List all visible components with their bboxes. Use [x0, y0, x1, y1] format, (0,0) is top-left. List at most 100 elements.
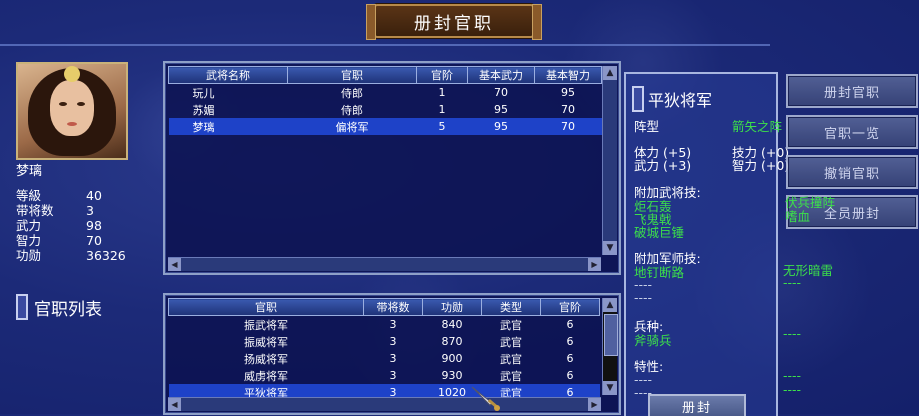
- sword-cursor-icon: [471, 386, 500, 411]
- scroll-up-icon[interactable]: ▲: [603, 66, 617, 80]
- column-header[interactable]: 基本武力: [467, 66, 535, 84]
- table-row-selected[interactable]: 梦璃 偏将军 5 95 70: [168, 118, 602, 135]
- general-rank: 1: [438, 86, 446, 99]
- column-header[interactable]: 官职: [168, 298, 364, 316]
- office-name: 威虏将军: [244, 369, 288, 383]
- office-count: 3: [389, 335, 397, 348]
- horizontal-scrollbar[interactable]: ◀ ▶: [168, 397, 601, 411]
- intel-bonus: 智力 (+0): [732, 158, 790, 173]
- character-name: 梦璃: [16, 164, 43, 179]
- scroll-right-icon[interactable]: ▶: [588, 398, 601, 411]
- power-bonus: 武力 (+3): [634, 158, 692, 173]
- offices-table: 官职 带将数 功勋 类型 官阶 振武将军 3 840 武官 6 振威将军 3 8…: [168, 298, 600, 401]
- general-intel: 70: [561, 103, 575, 116]
- detail-title: 平狄将军: [632, 86, 712, 112]
- stat-label: 武力: [16, 218, 42, 233]
- scroll-left-icon[interactable]: ◀: [168, 398, 181, 411]
- scroll-marker-icon: [632, 86, 644, 112]
- placeholder-dash: ----: [783, 368, 802, 383]
- office-merit: 900: [441, 352, 463, 365]
- office-list-button[interactable]: 官职一览: [786, 115, 918, 149]
- scroll-marker-icon: [16, 294, 28, 320]
- general-intel: 95: [561, 86, 575, 99]
- character-portrait: [16, 62, 128, 160]
- stat-value: 98: [86, 218, 102, 233]
- general-name: 苏媚: [192, 103, 215, 117]
- general-name: 梦璃: [168, 118, 288, 135]
- stat-label: 功勋: [16, 248, 42, 263]
- column-header[interactable]: 带将数: [363, 298, 423, 316]
- scroll-right-icon[interactable]: ▶: [588, 258, 601, 271]
- divider: [0, 44, 770, 46]
- column-header[interactable]: 官阶: [540, 298, 600, 316]
- general-rank: 5: [416, 118, 468, 135]
- office-list-label: 官职列表: [34, 299, 102, 320]
- horizontal-scrollbar[interactable]: ◀ ▶: [168, 257, 601, 271]
- placeholder-dash: ----: [783, 275, 802, 290]
- office-name: 扬威将军: [244, 352, 288, 366]
- generals-table: 武将名称 官职 官阶 基本武力 基本智力 玩儿 侍郎 1 70 95 苏媚 侍郎…: [168, 66, 602, 135]
- general-office: 侍郎: [341, 86, 363, 100]
- general-power: 70: [494, 86, 508, 99]
- scroll-down-icon[interactable]: ▼: [603, 241, 617, 255]
- office-merit: 930: [441, 369, 463, 382]
- appoint-office-button[interactable]: 册封官职: [786, 74, 918, 108]
- vertical-scrollbar[interactable]: ▲ ▼: [602, 298, 618, 395]
- character-stats: 等級 40 带将数 3 武力 98 智力 70 功勋 36326: [16, 188, 126, 263]
- office-type: 武官: [500, 318, 522, 332]
- general-power: 95: [467, 118, 535, 135]
- stat-label: 等級: [16, 188, 42, 203]
- revoke-office-button[interactable]: 撤销官职: [786, 155, 918, 189]
- formation-label: 阵型: [634, 119, 660, 134]
- formation-value: 箭矢之阵: [732, 119, 783, 134]
- stat-label: 带将数: [16, 203, 54, 218]
- table-row[interactable]: 苏媚 侍郎 1 95 70: [169, 101, 602, 118]
- stat-value: 36326: [86, 248, 126, 263]
- scroll-down-icon[interactable]: ▼: [603, 381, 617, 395]
- table-row[interactable]: 扬威将军 3 900 武官 6: [169, 350, 600, 367]
- column-header[interactable]: 功勋: [422, 298, 482, 316]
- column-header[interactable]: 类型: [481, 298, 541, 316]
- office-merit: 870: [441, 335, 463, 348]
- table-row[interactable]: 振威将军 3 870 武官 6: [169, 333, 600, 350]
- detail-office-name: 平狄将军: [648, 91, 713, 110]
- stat-value: 3: [86, 203, 94, 218]
- stat-value: 40: [86, 188, 102, 203]
- general-intel: 70: [534, 118, 602, 135]
- table-row[interactable]: 威虏将军 3 930 武官 6: [169, 367, 600, 384]
- column-header[interactable]: 官职: [287, 66, 417, 84]
- column-header[interactable]: 基本智力: [534, 66, 602, 84]
- office-rank: 6: [566, 335, 574, 348]
- placeholder-dash: ----: [783, 382, 802, 397]
- stat-value: 70: [86, 233, 102, 248]
- office-name: 振武将军: [244, 318, 288, 332]
- appoint-confirm-button[interactable]: 册封: [648, 394, 746, 416]
- office-name: 振威将军: [244, 335, 288, 349]
- vertical-scrollbar[interactable]: ▲ ▼: [602, 66, 617, 255]
- offices-panel: 官职 带将数 功勋 类型 官阶 振武将军 3 840 武官 6 振威将军 3 8…: [163, 293, 621, 415]
- table-row[interactable]: 振武将军 3 840 武官 6: [169, 316, 600, 334]
- office-type: 武官: [500, 352, 522, 366]
- office-count: 3: [389, 369, 397, 382]
- scroll-up-icon[interactable]: ▲: [603, 298, 617, 312]
- general-office: 偏将军: [287, 118, 417, 135]
- troop-value: 斧骑兵: [634, 333, 672, 348]
- office-rank: 6: [566, 318, 574, 331]
- page-title: 册封官职: [366, 4, 542, 40]
- stat-label: 智力: [16, 233, 42, 248]
- scroll-left-icon[interactable]: ◀: [168, 258, 181, 271]
- general-skill: 破城巨锤: [634, 225, 685, 240]
- office-count: 3: [389, 318, 397, 331]
- office-list-heading: 官职列表: [16, 294, 102, 320]
- placeholder-dash: ----: [634, 290, 653, 305]
- office-count: 3: [389, 352, 397, 365]
- column-header[interactable]: 官阶: [416, 66, 468, 84]
- general-office: 侍郎: [341, 103, 363, 117]
- office-rank: 6: [566, 369, 574, 382]
- table-row[interactable]: 玩儿 侍郎 1 70 95: [169, 84, 602, 102]
- general-power: 95: [494, 103, 508, 116]
- general-name: 玩儿: [192, 86, 215, 100]
- scroll-thumb[interactable]: [604, 314, 618, 356]
- column-header[interactable]: 武将名称: [168, 66, 288, 84]
- general-skill: 嗜血: [785, 209, 811, 224]
